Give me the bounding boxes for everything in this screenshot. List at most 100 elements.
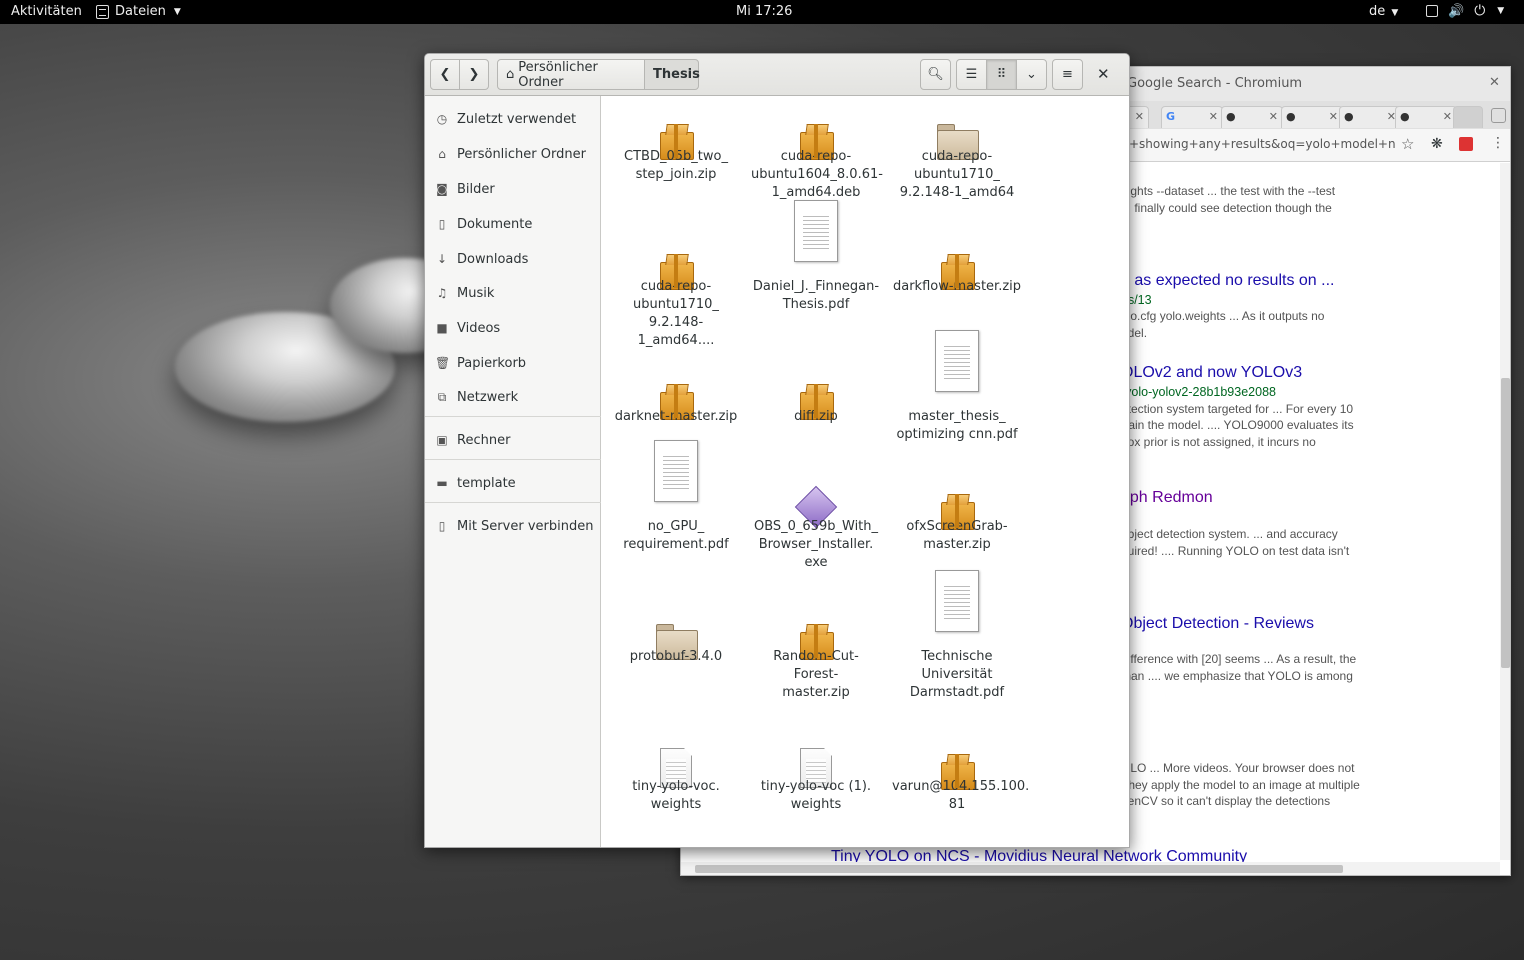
sidebar-item-videos[interactable]: ■ Videos: [425, 313, 601, 343]
sidebar-item-documents[interactable]: ▯ Dokumente: [425, 209, 601, 239]
close-icon[interactable]: ✕: [1489, 75, 1500, 90]
close-icon[interactable]: ✕: [1269, 110, 1278, 123]
result-title[interactable]: n as expected no results on ...: [1121, 272, 1334, 290]
file-label: master_thesis_ optimizing cnn.pdf: [896, 409, 1018, 442]
sidebar-item-home[interactable]: ⌂ Persönlicher Ordner: [425, 139, 601, 169]
result-title[interactable]: eph Redmon: [1121, 489, 1213, 507]
close-icon[interactable]: ✕: [1209, 110, 1218, 123]
grid-icon: ⠿: [996, 67, 1007, 82]
profile-icon[interactable]: [1491, 108, 1506, 123]
file-icon-wrap: [751, 200, 881, 262]
screen-icon: [1426, 5, 1438, 17]
sidebar-item-label: Mit Server verbinden: [457, 518, 594, 534]
sidebar-item-computer[interactable]: ▣ Rechner: [425, 425, 601, 455]
result-url[interactable]: -yolo-yolov2-28b1b93e2088: [1121, 385, 1276, 399]
file-icon-wrap: [892, 330, 1022, 392]
sidebar-divider: [425, 459, 601, 460]
browser-tab[interactable]: ● ✕: [1339, 106, 1401, 128]
breadcrumb-home-label: Persönlicher Ordner: [518, 59, 598, 90]
result-title[interactable]: OLOv2 and now YOLOv3: [1121, 364, 1302, 382]
file-icon-wrap: [611, 440, 741, 502]
bookmark-star-icon[interactable]: ☆: [1401, 135, 1414, 153]
file-label: Technische Universität Darmstadt.pdf: [909, 649, 1005, 700]
file-icon-wrap: [611, 836, 741, 847]
close-icon[interactable]: ✕: [1329, 110, 1338, 123]
server-icon: ▯: [438, 519, 446, 533]
sidebar-item-pictures[interactable]: ◙ Bilder: [425, 174, 601, 204]
menu-dots-icon[interactable]: ⋮: [1491, 135, 1505, 151]
file-icon-wrap: [892, 836, 1022, 847]
file-label: no_GPU_ requirement.pdf: [623, 519, 729, 552]
system-tray[interactable]: 🔊 ⏻ ▼: [1426, 3, 1504, 19]
sidebar-item-network[interactable]: ⧉ Netzwerk: [425, 382, 601, 412]
result-title[interactable]: Object Detection - Reviews: [1121, 615, 1314, 633]
google-icon: G: [1166, 110, 1176, 123]
view-options-button[interactable]: ⌄: [1016, 59, 1047, 90]
search-button[interactable]: 🔍︎: [920, 59, 951, 90]
result-snippet: eights --dataset ... the test with the -…: [1121, 184, 1336, 198]
extension-icon[interactable]: ❋: [1431, 136, 1443, 152]
list-icon: ☰: [965, 67, 978, 82]
power-icon: ⏻: [1474, 3, 1486, 19]
forward-button[interactable]: ❯: [459, 59, 489, 90]
language-selector[interactable]: de ▼: [1369, 4, 1398, 19]
pdf-document-icon: [654, 440, 698, 502]
sidebar-item-label: Downloads: [457, 251, 529, 267]
file-label: tiny-yolo-voc. weights: [632, 779, 720, 812]
chevron-down-icon: ▼: [1497, 6, 1505, 16]
browser-tab[interactable]: ● ✕: [1221, 106, 1283, 128]
result-snippet: quired! .... Running YOLO on test data i…: [1121, 544, 1350, 558]
close-icon[interactable]: ✕: [1097, 65, 1110, 83]
scrollbar-thumb[interactable]: [695, 865, 1343, 873]
sidebar-item-label: template: [457, 475, 516, 491]
files-window[interactable]: ❮ ❯ ⌂ Persönlicher Ordner Thesis 🔍︎ ☰ ⠿ …: [424, 53, 1130, 848]
horizontal-scrollbar[interactable]: [681, 862, 1500, 875]
breadcrumb-current-label: Thesis: [653, 67, 700, 82]
sidebar-item-connect-server[interactable]: ▯ Mit Server verbinden: [425, 511, 601, 541]
extension-icon[interactable]: [1459, 137, 1473, 151]
result-snippet: odel.: [1121, 326, 1148, 340]
clock[interactable]: Mi 17:26: [736, 4, 792, 19]
places-sidebar: ◷ Zuletzt verwendet ⌂ Persönlicher Ordner …: [425, 96, 601, 847]
hamburger-icon: ≡: [1062, 67, 1073, 82]
trash-icon: 🗑︎: [435, 356, 451, 370]
pdf-document-icon: [935, 330, 979, 392]
sidebar-item-downloads[interactable]: ↓ Downloads: [425, 244, 601, 274]
result-snippet: train the model. .... YOLO9000 evaluates…: [1121, 418, 1354, 432]
list-view-button[interactable]: ☰: [956, 59, 987, 90]
close-icon[interactable]: ✕: [1443, 110, 1452, 123]
sidebar-item-trash[interactable]: 🗑︎ Papierkorb: [425, 348, 601, 378]
scrollbar-thumb[interactable]: [1501, 378, 1510, 668]
activities-button[interactable]: Aktivitäten: [11, 4, 82, 19]
browser-tab[interactable]: ● ✕: [1281, 106, 1343, 128]
github-icon: ●: [1226, 110, 1236, 123]
app-menu[interactable]: Dateien ▼: [96, 4, 181, 19]
result-snippet: penCV so it can't display the detections: [1121, 794, 1331, 808]
breadcrumb-current[interactable]: Thesis: [644, 59, 700, 90]
address-bar[interactable]: +showing+any+results&oq=yolo+model+n...: [1129, 137, 1395, 151]
chevron-down-icon: ▼: [1391, 8, 1399, 18]
menu-button[interactable]: ≡: [1052, 59, 1083, 90]
breadcrumb-home[interactable]: ⌂ Persönlicher Ordner: [497, 59, 645, 90]
github-icon: ●: [1344, 110, 1354, 123]
browser-tab[interactable]: G ✕: [1161, 106, 1223, 128]
sidebar-divider: [425, 416, 601, 417]
close-icon[interactable]: ✕: [1135, 110, 1144, 123]
file-label: cuda-repo- ubuntu1710_ 9.2.148-1_amd64..…: [633, 279, 719, 348]
pdf-document-icon: [935, 570, 979, 632]
file-label: OBS_0_659b_With_ Browser_Installer. exe: [753, 519, 879, 570]
top-bar: Aktivitäten Dateien ▼ Mi 17:26 de ▼ 🔊 ⏻ …: [0, 0, 1524, 24]
grid-view-button[interactable]: ⠿: [986, 59, 1017, 90]
sidebar-item-recent[interactable]: ◷ Zuletzt verwendet: [425, 104, 601, 134]
sidebar-item-template[interactable]: ▬ template: [425, 468, 601, 498]
sidebar-item-label: Musik: [457, 285, 495, 301]
new-tab-button[interactable]: [1453, 106, 1483, 128]
clock-icon: ◷: [436, 112, 448, 126]
volume-icon: 🔊: [1448, 3, 1465, 19]
back-button[interactable]: ❮: [430, 59, 460, 90]
vertical-scrollbar[interactable]: [1500, 163, 1510, 860]
browser-tab[interactable]: ● ✕: [1395, 106, 1457, 128]
document-icon: ▯: [438, 217, 446, 231]
sidebar-item-label: Zuletzt verwendet: [457, 111, 577, 127]
sidebar-item-music[interactable]: ♫ Musik: [425, 278, 601, 308]
